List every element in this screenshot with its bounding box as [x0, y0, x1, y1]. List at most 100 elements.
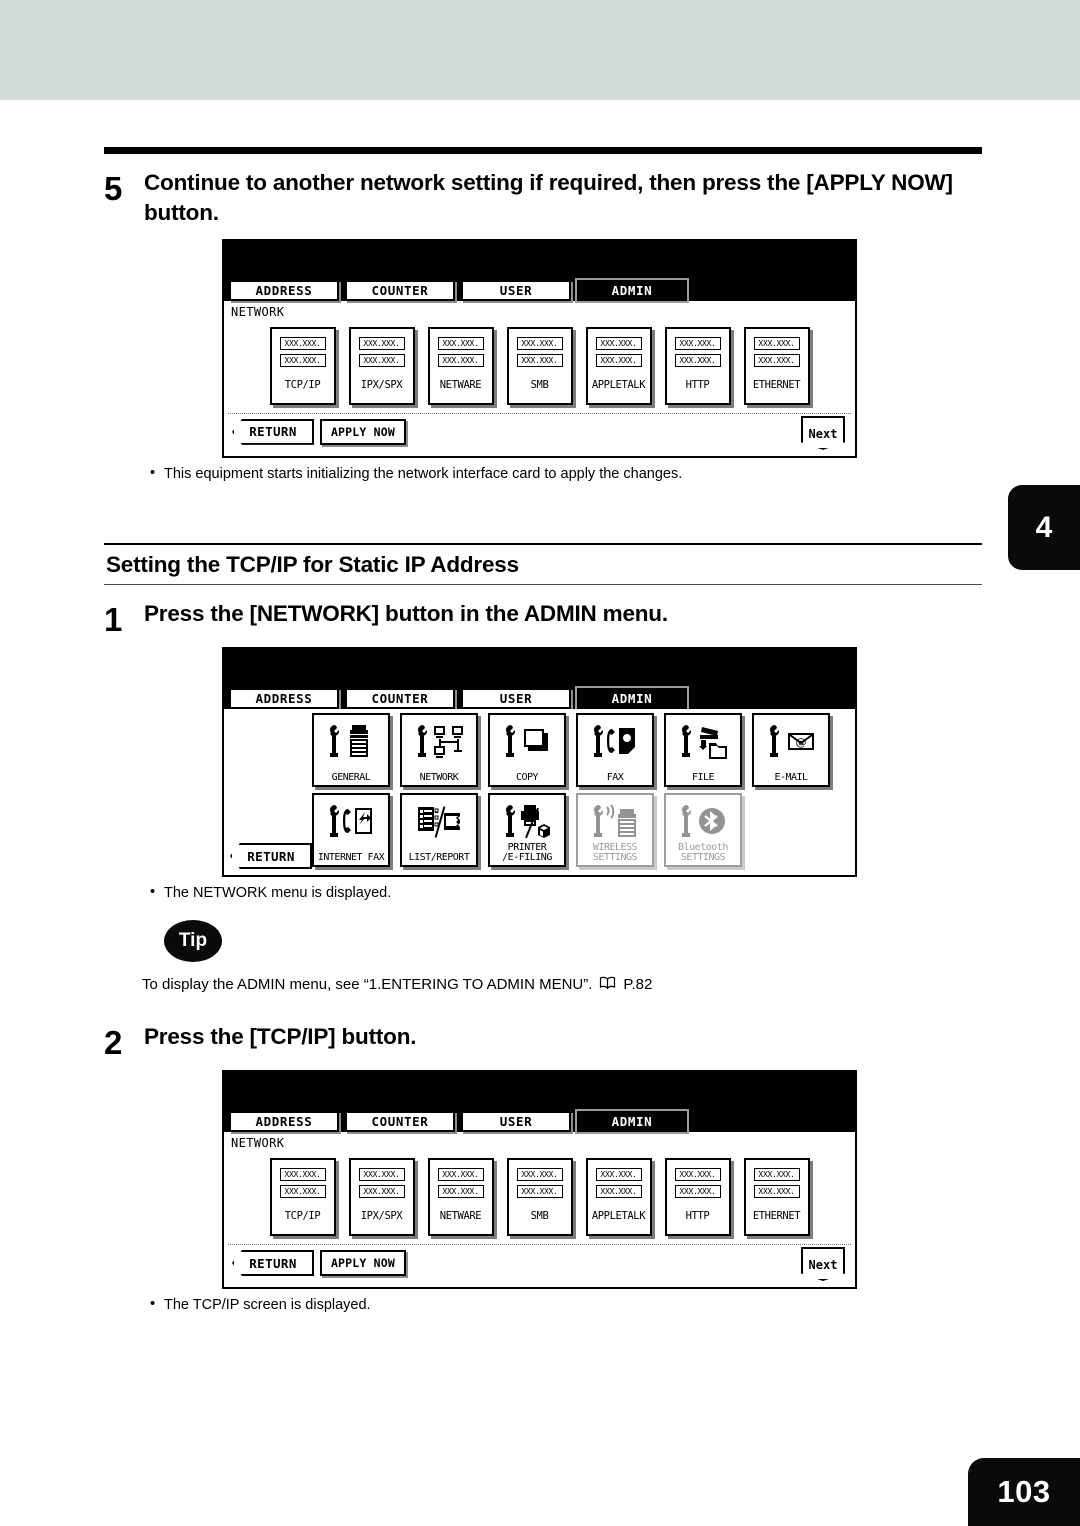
- admin-button-bluetooth-settings[interactable]: Bluetooth SETTINGS: [664, 793, 742, 867]
- admin-button-printer-efiling[interactable]: PRINTER /E-FILING: [488, 793, 566, 867]
- admin-button-list-report[interactable]: LIST/REPORT: [400, 793, 478, 867]
- admin-button-copy[interactable]: COPY: [488, 713, 566, 787]
- admin-button-file[interactable]: FILE: [664, 713, 742, 787]
- ip-field-top: XXX.XXX.: [516, 1168, 563, 1181]
- note-text: This equipment starts initializing the n…: [164, 465, 683, 482]
- wrench-fax-icon: [590, 719, 640, 763]
- ip-field-bottom: XXX.XXX.: [437, 353, 484, 367]
- tip-reference: P.82: [623, 976, 653, 994]
- breadcrumb-network-1: NETWORK: [231, 304, 285, 319]
- network-button-tcpip[interactable]: XXX.XXX. XXX.XXX. TCP/IP: [269, 1158, 336, 1236]
- return-button[interactable]: RETURN: [232, 1250, 314, 1276]
- lcd-body-1: NETWORK XXX.XXX. XXX.XXX. TCP/IP XXX.XXX…: [224, 300, 855, 456]
- ip-field-bottom: XXX.XXX.: [516, 1185, 563, 1198]
- network-button-http[interactable]: XXX.XXX. XXX.XXX. HTTP: [664, 326, 731, 405]
- tab-counter[interactable]: COUNTER: [345, 279, 455, 301]
- bullet-icon: •: [150, 884, 156, 900]
- tab-address[interactable]: ADDRESS: [229, 688, 339, 709]
- tab-address[interactable]: ADDRESS: [229, 279, 339, 301]
- wrench-network-icon: [414, 719, 464, 763]
- step-1: 1 Press the [NETWORK] button in the ADMI…: [104, 599, 982, 636]
- ip-field-bottom: XXX.XXX.: [595, 1185, 642, 1198]
- tab-user[interactable]: USER: [461, 1111, 571, 1132]
- lcd-panel-admin-menu: ADDRESS COUNTER USER ADMIN GENERAL NETWO…: [222, 647, 857, 877]
- list-report-icon: [414, 799, 464, 843]
- return-button[interactable]: RETURN: [232, 418, 314, 445]
- ip-field-bottom: XXX.XXX.: [279, 353, 326, 367]
- tab-counter[interactable]: COUNTER: [345, 1111, 455, 1132]
- network-button-http[interactable]: XXX.XXX. XXX.XXX. HTTP: [664, 1158, 731, 1236]
- admin-button-wireless-settings[interactable]: WIRELESS SETTINGS: [576, 793, 654, 867]
- network-button-ethernet[interactable]: XXX.XXX. XXX.XXX. ETHERNET: [743, 1158, 810, 1236]
- lcd-body-3: NETWORK XXX.XXX. XXX.XXX. TCP/IP XXX.XXX…: [224, 1132, 855, 1287]
- lcd-footer-1: RETURN APPLY NOW Next: [228, 412, 851, 456]
- network-button-ipxspx[interactable]: XXX.XXX. XXX.XXX. IPX/SPX: [348, 326, 415, 405]
- ip-field-top: XXX.XXX.: [753, 1168, 800, 1181]
- network-button-label: SMB: [530, 1210, 549, 1222]
- network-button-ipxspx[interactable]: XXX.XXX. XXX.XXX. IPX/SPX: [348, 1158, 415, 1236]
- network-button-netware[interactable]: XXX.XXX. XXX.XXX. NETWARE: [427, 326, 494, 405]
- ip-field-top: XXX.XXX.: [595, 1168, 642, 1181]
- tab-user[interactable]: USER: [461, 279, 571, 301]
- admin-button-label: INTERNET FAX: [317, 851, 385, 863]
- step-2: 2 Press the [TCP/IP] button.: [104, 1022, 982, 1059]
- ip-field-top: XXX.XXX.: [753, 336, 800, 350]
- ip-field-bottom: XXX.XXX.: [516, 353, 563, 367]
- network-button-row-2: XXX.XXX. XXX.XXX. TCP/IP XXX.XXX. XXX.XX…: [224, 1152, 855, 1238]
- network-button-ethernet[interactable]: XXX.XXX. XXX.XXX. ETHERNET: [743, 326, 810, 405]
- admin-menu-body: GENERAL NETWORK COPY FAX FILE @ E-MAIL I…: [224, 709, 855, 875]
- return-button[interactable]: RETURN: [230, 843, 312, 869]
- network-button-label: ETHERNET: [752, 1210, 801, 1222]
- network-button-smb[interactable]: XXX.XXX. XXX.XXX. SMB: [506, 1158, 573, 1236]
- admin-button-label: E-MAIL: [774, 771, 808, 783]
- wrench-wireless-icon: [590, 799, 640, 843]
- tab-admin[interactable]: ADMIN: [577, 279, 687, 301]
- tab-address[interactable]: ADDRESS: [229, 1111, 339, 1132]
- lcd-tabs-1: ADDRESS COUNTER USER ADMIN: [224, 279, 687, 301]
- wrench-file-icon: [678, 719, 728, 763]
- ip-field-top: XXX.XXX.: [437, 336, 484, 350]
- admin-button-label: FILE: [691, 771, 715, 783]
- admin-button-general[interactable]: GENERAL: [312, 713, 390, 787]
- admin-button-label: COPY: [515, 771, 539, 783]
- network-button-appletalk[interactable]: XXX.XXX. XXX.XXX. APPLETALK: [585, 326, 652, 405]
- admin-button-email[interactable]: @ E-MAIL: [752, 713, 830, 787]
- bullet-icon: •: [150, 1296, 156, 1312]
- tab-admin[interactable]: ADMIN: [577, 688, 687, 709]
- admin-menu-row-2: INTERNET FAX LIST/REPORT PRINTER /E-FILI…: [312, 793, 855, 867]
- admin-button-network[interactable]: NETWORK: [400, 713, 478, 787]
- apply-now-button[interactable]: APPLY NOW: [320, 418, 406, 445]
- note-step-2: • The TCP/IP screen is displayed.: [150, 1296, 982, 1314]
- admin-button-fax[interactable]: FAX: [576, 713, 654, 787]
- step-1-text: Press the [NETWORK] button in the ADMIN …: [144, 601, 668, 626]
- next-button[interactable]: Next: [801, 1247, 845, 1281]
- network-button-label: IPX/SPX: [360, 1210, 403, 1222]
- section-heading: Setting the TCP/IP for Static IP Address: [106, 552, 519, 577]
- tip-block: To display the ADMIN menu, see “1.ENTERI…: [142, 976, 982, 993]
- tab-user[interactable]: USER: [461, 688, 571, 709]
- step-5-number: 5: [104, 170, 123, 207]
- ip-field-bottom: XXX.XXX.: [753, 353, 800, 367]
- page-number: 103: [968, 1458, 1080, 1526]
- admin-menu-row-1: GENERAL NETWORK COPY FAX FILE @ E-MAIL: [312, 713, 855, 787]
- ip-field-bottom: XXX.XXX.: [595, 353, 642, 367]
- network-button-label: APPLETALK: [591, 378, 646, 391]
- ip-field-bottom: XXX.XXX.: [358, 353, 405, 367]
- network-button-netware[interactable]: XXX.XXX. XXX.XXX. NETWARE: [427, 1158, 494, 1236]
- apply-now-button[interactable]: APPLY NOW: [320, 1250, 406, 1276]
- network-button-appletalk[interactable]: XXX.XXX. XXX.XXX. APPLETALK: [585, 1158, 652, 1236]
- network-button-label: TCP/IP: [284, 1210, 321, 1222]
- network-button-tcpip[interactable]: XXX.XXX. XXX.XXX. TCP/IP: [269, 326, 336, 405]
- tip-badge: Tip: [164, 920, 222, 963]
- next-button[interactable]: Next: [801, 415, 845, 450]
- breadcrumb-network-2: NETWORK: [231, 1136, 285, 1150]
- admin-button-internet-fax[interactable]: INTERNET FAX: [312, 793, 390, 867]
- tab-counter[interactable]: COUNTER: [345, 688, 455, 709]
- step-5-text: Continue to another network setting if r…: [144, 170, 953, 225]
- lcd-tabs-3: ADDRESS COUNTER USER ADMIN: [224, 1111, 687, 1132]
- network-button-smb[interactable]: XXX.XXX. XXX.XXX. SMB: [506, 326, 573, 405]
- step-2-text: Press the [TCP/IP] button.: [144, 1024, 417, 1049]
- network-button-label: NETWARE: [439, 378, 482, 391]
- tab-admin[interactable]: ADMIN: [577, 1111, 687, 1132]
- note-step-5: • This equipment starts initializing the…: [150, 465, 982, 483]
